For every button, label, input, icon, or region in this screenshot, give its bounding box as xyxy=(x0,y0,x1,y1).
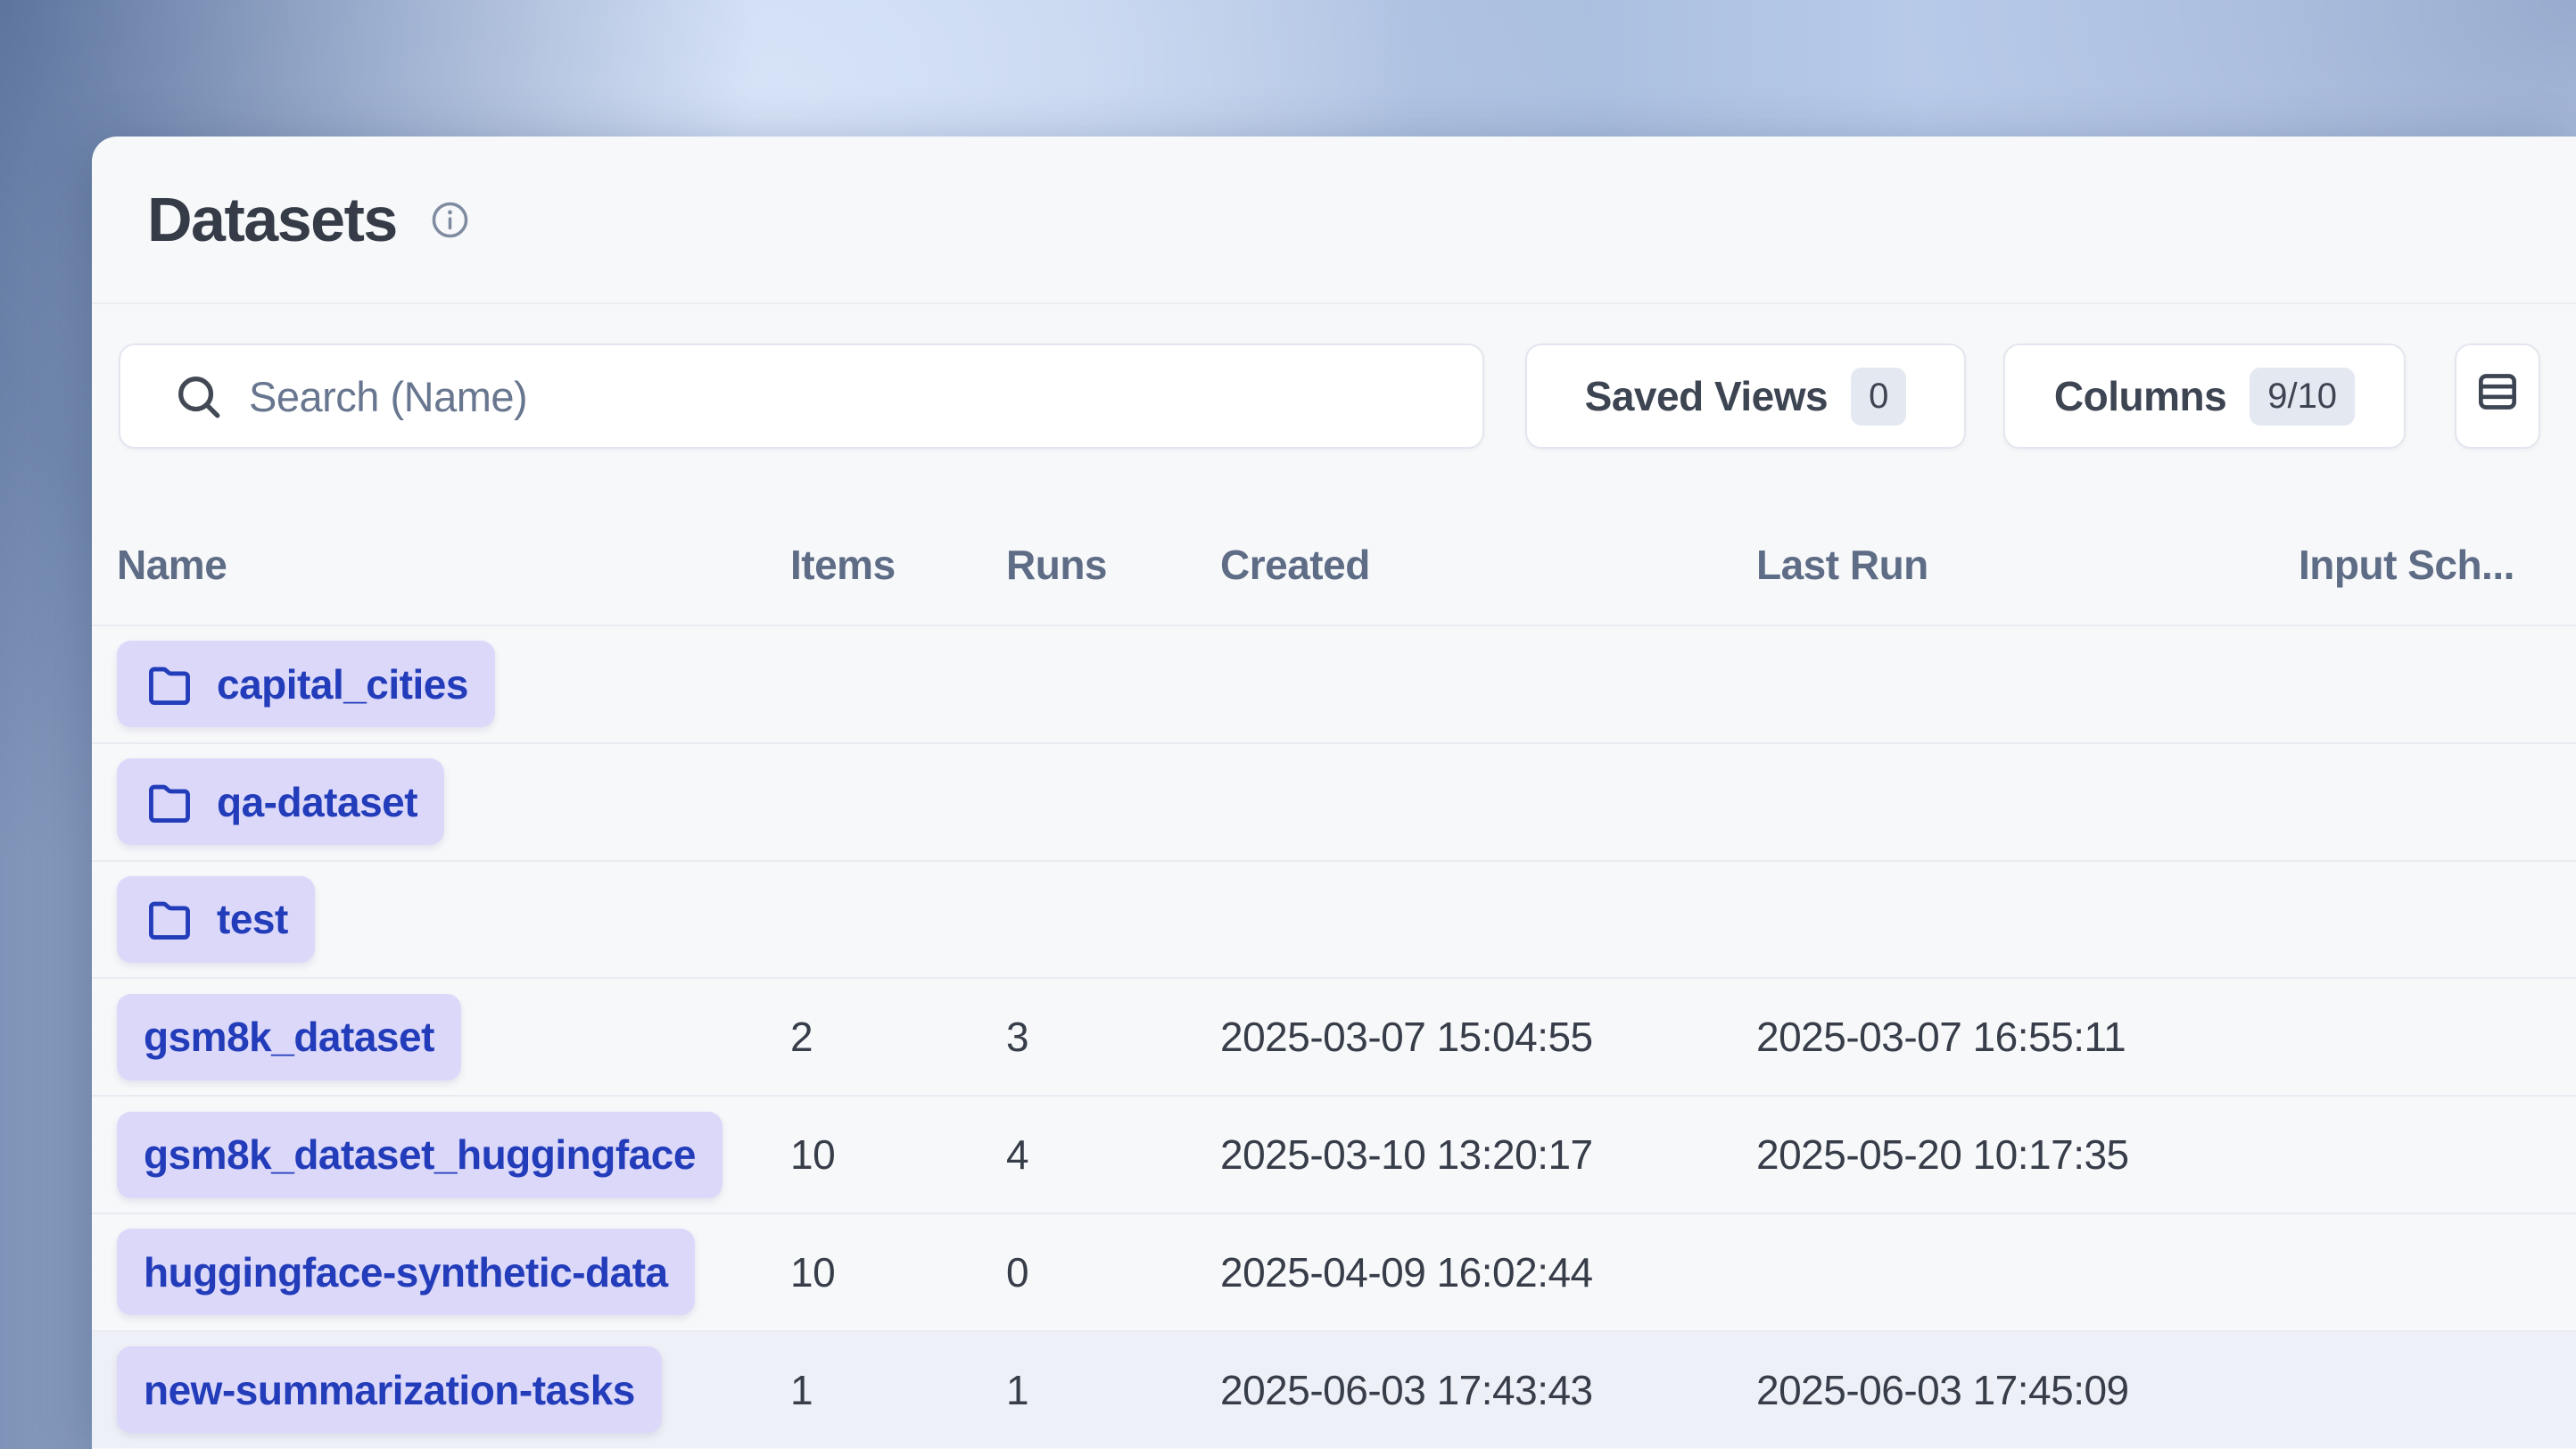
name-cell: test xyxy=(117,876,790,963)
last-run-cell: 2025-03-07 16:55:11 xyxy=(1756,1013,2299,1061)
column-header-runs[interactable]: Runs xyxy=(1006,541,1220,589)
runs-cell: 4 xyxy=(1006,1130,1220,1179)
folder-icon xyxy=(144,658,195,710)
search-icon xyxy=(172,370,224,422)
items-cell: 2 xyxy=(790,1013,1006,1061)
column-header-input-schema[interactable]: Input Sch... xyxy=(2299,541,2576,589)
table-row[interactable]: gsm8k_dataset_huggingface 10 4 2025-03-1… xyxy=(92,1095,2576,1213)
dataset-name-label: gsm8k_dataset_huggingface xyxy=(144,1130,696,1179)
folder-icon xyxy=(144,893,195,945)
table-row[interactable]: qa-dataset xyxy=(92,742,2576,860)
search-input[interactable] xyxy=(249,372,1456,421)
items-cell: 10 xyxy=(790,1248,1006,1296)
dataset-name-pill[interactable]: qa-dataset xyxy=(117,758,444,845)
runs-cell: 1 xyxy=(1006,1366,1220,1414)
table-row[interactable]: capital_cities xyxy=(92,625,2576,742)
panel-header: Datasets xyxy=(92,137,2576,304)
folder-icon xyxy=(144,776,195,828)
dataset-name-label: new-summarization-tasks xyxy=(144,1366,635,1414)
table-body: capital_cities qa-dataset xyxy=(92,625,2576,1448)
items-cell: 10 xyxy=(790,1130,1006,1179)
last-run-cell: 2025-05-20 10:17:35 xyxy=(1756,1130,2299,1179)
table-row[interactable]: huggingface-synthetic-data 10 0 2025-04-… xyxy=(92,1213,2576,1330)
dataset-name-pill[interactable]: new-summarization-tasks xyxy=(117,1346,662,1433)
created-cell: 2025-03-10 13:20:17 xyxy=(1220,1130,1756,1179)
column-header-name[interactable]: Name xyxy=(117,541,790,589)
info-icon[interactable] xyxy=(429,199,471,241)
name-cell: huggingface-synthetic-data xyxy=(117,1229,790,1315)
table-row[interactable]: gsm8k_dataset 2 3 2025-03-07 15:04:55 20… xyxy=(92,977,2576,1095)
rows-icon xyxy=(2473,367,2522,426)
runs-cell: 0 xyxy=(1006,1248,1220,1296)
last-run-cell: 2025-06-03 17:45:09 xyxy=(1756,1366,2299,1414)
dataset-name-label: qa-dataset xyxy=(217,778,417,826)
created-cell: 2025-04-09 16:02:44 xyxy=(1220,1248,1756,1296)
name-cell: capital_cities xyxy=(117,641,790,727)
name-cell: gsm8k_dataset_huggingface xyxy=(117,1112,790,1198)
page-title: Datasets xyxy=(147,184,397,255)
runs-cell: 3 xyxy=(1006,1013,1220,1061)
dataset-name-pill[interactable]: gsm8k_dataset_huggingface xyxy=(117,1112,722,1198)
column-header-last-run[interactable]: Last Run xyxy=(1756,541,2299,589)
dataset-name-label: gsm8k_dataset xyxy=(144,1013,434,1061)
table-header-row: Name Items Runs Created Last Run Input S… xyxy=(92,449,2576,625)
dataset-name-pill[interactable]: huggingface-synthetic-data xyxy=(117,1229,695,1315)
name-cell: gsm8k_dataset xyxy=(117,994,790,1081)
toolbar: Saved Views 0 Columns 9/10 xyxy=(119,344,2540,449)
table-view-button[interactable] xyxy=(2455,344,2540,449)
datasets-table: Name Items Runs Created Last Run Input S… xyxy=(92,449,2576,1449)
saved-views-count-badge: 0 xyxy=(1851,368,1906,426)
created-cell: 2025-03-07 15:04:55 xyxy=(1220,1013,1756,1061)
column-header-items[interactable]: Items xyxy=(790,541,1006,589)
datasets-panel: Datasets Saved Views 0 Columns xyxy=(92,137,2576,1449)
dataset-name-label: capital_cities xyxy=(217,660,468,708)
dataset-name-label: huggingface-synthetic-data xyxy=(144,1248,668,1296)
dataset-name-pill[interactable]: test xyxy=(117,876,315,963)
columns-count-badge: 9/10 xyxy=(2250,368,2355,426)
columns-button[interactable]: Columns 9/10 xyxy=(2003,344,2406,449)
name-cell: new-summarization-tasks xyxy=(117,1346,790,1433)
column-header-created[interactable]: Created xyxy=(1220,541,1756,589)
dataset-name-label: test xyxy=(217,895,288,943)
table-row[interactable]: test xyxy=(92,860,2576,978)
columns-label: Columns xyxy=(2054,372,2226,420)
saved-views-label: Saved Views xyxy=(1585,372,1828,420)
dataset-name-pill[interactable]: gsm8k_dataset xyxy=(117,994,461,1081)
dataset-name-pill[interactable]: capital_cities xyxy=(117,641,495,727)
table-row[interactable]: new-summarization-tasks 1 1 2025-06-03 1… xyxy=(92,1330,2576,1448)
name-cell: qa-dataset xyxy=(117,758,790,845)
items-cell: 1 xyxy=(790,1366,1006,1414)
saved-views-button[interactable]: Saved Views 0 xyxy=(1525,344,1966,449)
search-box[interactable] xyxy=(119,344,1484,449)
created-cell: 2025-06-03 17:43:43 xyxy=(1220,1366,1756,1414)
